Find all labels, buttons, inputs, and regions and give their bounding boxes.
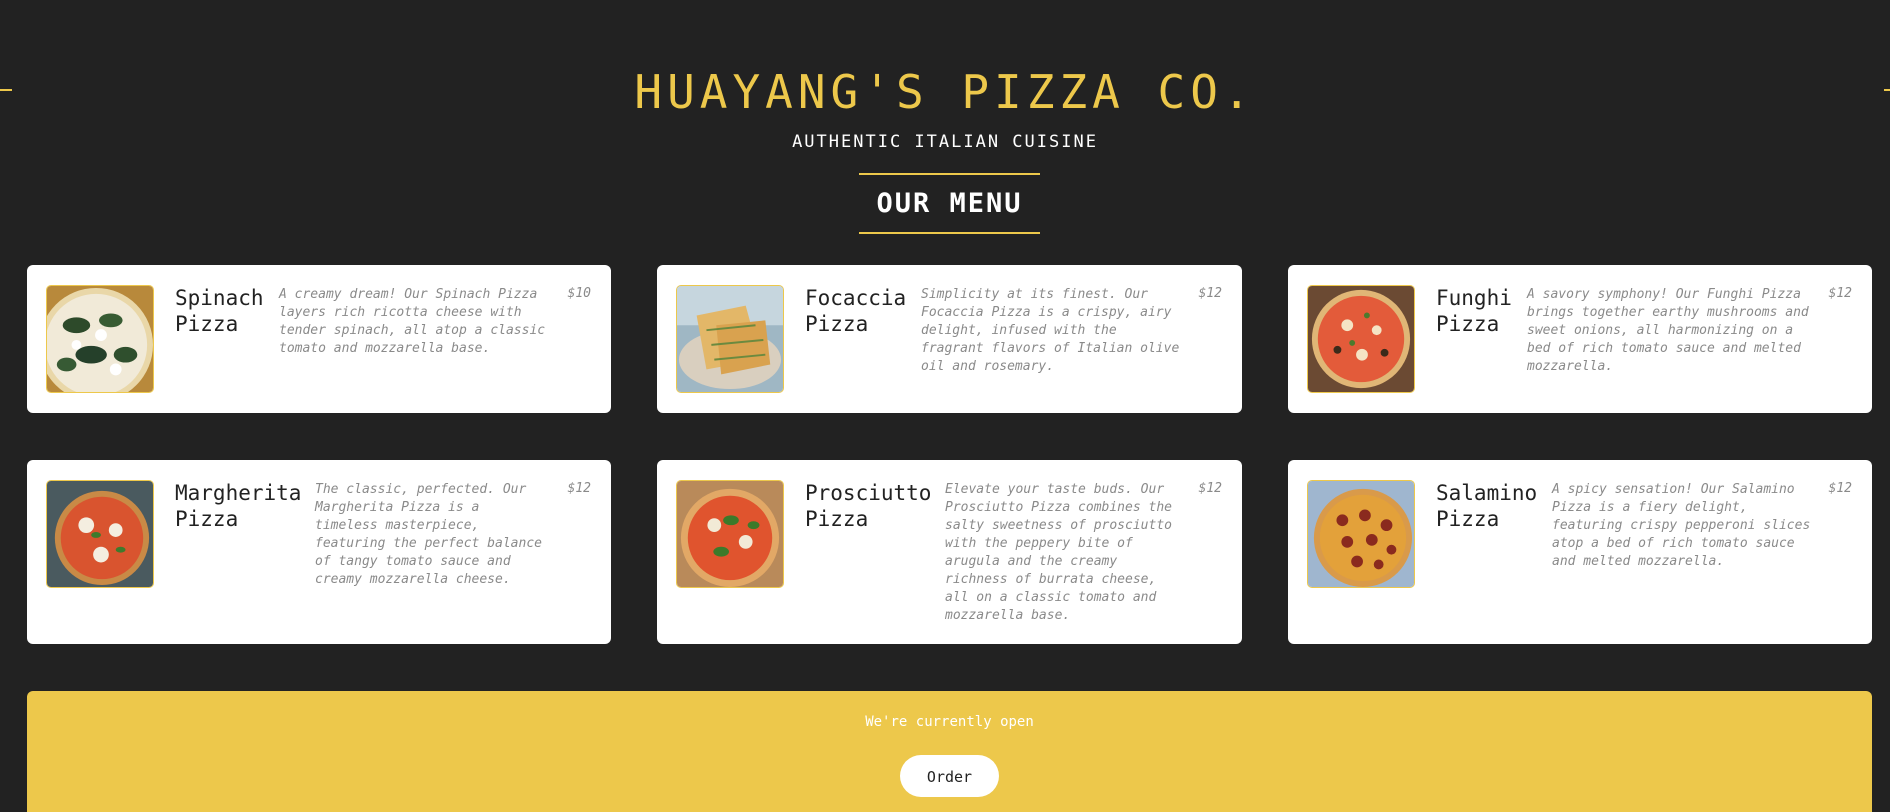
menu-item-price: $12 (1828, 286, 1852, 301)
menu-item-prosciutto: Prosciutto Pizza Elevate your taste buds… (657, 460, 1242, 644)
order-banner: We're currently open Order (27, 691, 1872, 812)
menu-item-description: A spicy sensation! Our Salamino Pizza is… (1552, 482, 1811, 569)
menu-item-description: A savory symphony! Our Funghi Pizza brin… (1527, 287, 1809, 374)
page: HUAYANG'S PIZZA CO. AUTHENTIC ITALIAN CU… (0, 0, 1890, 812)
menu-heading: OUR MENU (876, 188, 1023, 219)
spinach-pizza-photo (46, 285, 154, 393)
menu-item-name: Funghi Pizza (1436, 286, 1512, 336)
menu-item-description: Elevate your taste buds. Our Prosciutto … (945, 482, 1172, 623)
salamino-pizza-photo (1307, 480, 1415, 588)
menu-heading-box: OUR MENU (859, 173, 1040, 234)
menu-item-name: Margherita Pizza (175, 481, 302, 531)
menu-item-focaccia: Focaccia Pizza Simplicity at its finest.… (657, 265, 1242, 413)
menu-item-price: $12 (1198, 481, 1222, 496)
menu-item-description: The classic, perfected. Our Margherita P… (315, 482, 542, 587)
open-status: We're currently open (865, 714, 1034, 730)
menu-item-spinach: Spinach Pizza A creamy dream! Our Spinac… (27, 265, 611, 413)
menu-item-name: Salamino Pizza (1436, 481, 1538, 531)
menu-item-name: Focaccia Pizza (805, 286, 907, 336)
site-title: HUAYANG'S PIZZA CO. (634, 65, 1256, 119)
menu-item-price: $12 (1198, 286, 1222, 301)
margherita-pizza-photo (46, 480, 154, 588)
site-subtitle: AUTHENTIC ITALIAN CUISINE (792, 132, 1098, 152)
site-header: HUAYANG'S PIZZA CO. AUTHENTIC ITALIAN CU… (0, 62, 1890, 152)
menu-item-description: A creamy dream! Our Spinach Pizza layers… (279, 287, 546, 356)
funghi-pizza-photo (1307, 285, 1415, 393)
menu-item-funghi: Funghi Pizza A savory symphony! Our Fung… (1288, 265, 1872, 413)
menu-item-price: $12 (1828, 481, 1852, 496)
menu-item-price: $12 (567, 481, 591, 496)
menu-item-name: Prosciutto Pizza (805, 481, 932, 531)
prosciutto-pizza-photo (676, 480, 784, 588)
order-button[interactable]: Order (900, 755, 999, 797)
menu-item-margherita: Margherita Pizza The classic, perfected.… (27, 460, 611, 644)
menu-item-description: Simplicity at its finest. Our Focaccia P… (921, 287, 1180, 374)
menu-item-price: $10 (567, 286, 591, 301)
menu-item-name: Spinach Pizza (175, 286, 264, 336)
menu-item-salamino: Salamino Pizza A spicy sensation! Our Sa… (1288, 460, 1872, 644)
focaccia-pizza-photo (676, 285, 784, 393)
